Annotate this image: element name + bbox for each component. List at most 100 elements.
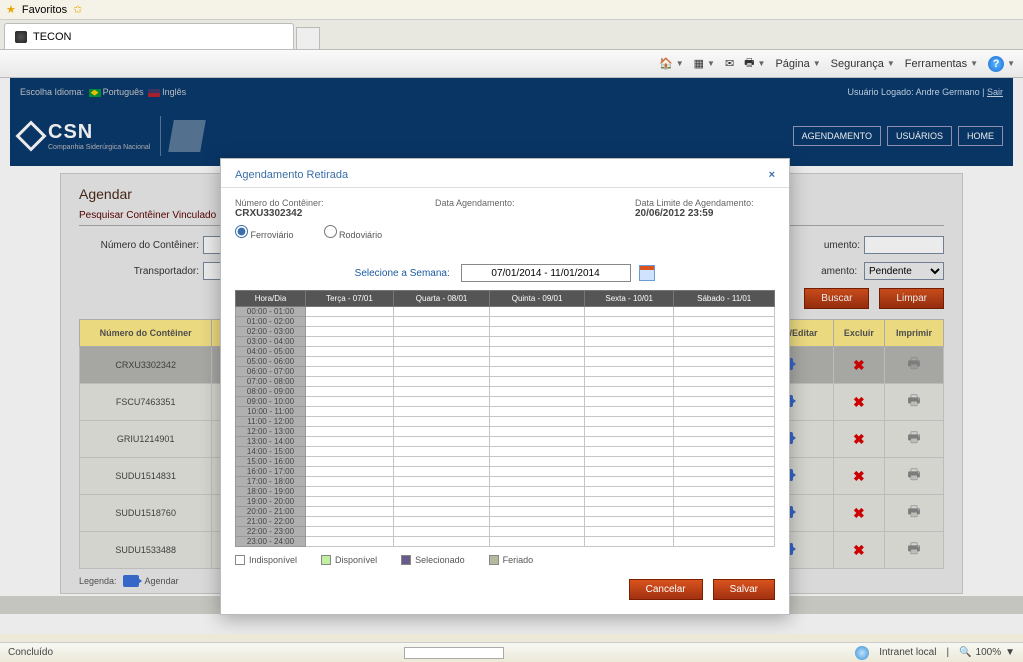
slot-cell[interactable] bbox=[674, 317, 775, 327]
tab-tecon[interactable]: TECON bbox=[4, 23, 294, 49]
slot-cell[interactable] bbox=[490, 387, 585, 397]
slot-cell[interactable] bbox=[306, 437, 394, 447]
slot-cell[interactable] bbox=[490, 477, 585, 487]
slot-cell[interactable] bbox=[306, 487, 394, 497]
slot-cell[interactable] bbox=[490, 397, 585, 407]
slot-cell[interactable] bbox=[393, 307, 489, 317]
slot-cell[interactable] bbox=[674, 527, 775, 537]
radio-ferroviario[interactable]: Ferroviário bbox=[235, 225, 294, 240]
slot-cell[interactable] bbox=[490, 467, 585, 477]
slot-cell[interactable] bbox=[393, 357, 489, 367]
slot-cell[interactable] bbox=[393, 517, 489, 527]
slot-cell[interactable] bbox=[674, 427, 775, 437]
slot-cell[interactable] bbox=[490, 447, 585, 457]
slot-cell[interactable] bbox=[584, 357, 673, 367]
slot-cell[interactable] bbox=[490, 527, 585, 537]
add-fav-icon[interactable]: ✩ bbox=[73, 3, 82, 16]
slot-cell[interactable] bbox=[674, 417, 775, 427]
slot-cell[interactable] bbox=[584, 427, 673, 437]
slot-cell[interactable] bbox=[393, 457, 489, 467]
slot-cell[interactable] bbox=[490, 457, 585, 467]
slot-cell[interactable] bbox=[306, 317, 394, 327]
salvar-button[interactable]: Salvar bbox=[713, 579, 775, 600]
slot-cell[interactable] bbox=[490, 307, 585, 317]
mail-icon[interactable]: ✉ bbox=[725, 57, 734, 70]
slot-cell[interactable] bbox=[393, 477, 489, 487]
slot-cell[interactable] bbox=[393, 487, 489, 497]
slot-cell[interactable] bbox=[393, 367, 489, 377]
slot-cell[interactable] bbox=[393, 427, 489, 437]
slot-cell[interactable] bbox=[490, 347, 585, 357]
week-input[interactable] bbox=[461, 264, 631, 282]
slot-cell[interactable] bbox=[584, 407, 673, 417]
slot-cell[interactable] bbox=[674, 437, 775, 447]
slot-cell[interactable] bbox=[674, 467, 775, 477]
slot-cell[interactable] bbox=[584, 377, 673, 387]
slot-cell[interactable] bbox=[393, 497, 489, 507]
slot-cell[interactable] bbox=[306, 457, 394, 467]
slot-cell[interactable] bbox=[674, 367, 775, 377]
slot-cell[interactable] bbox=[674, 507, 775, 517]
slot-cell[interactable] bbox=[393, 467, 489, 477]
slot-cell[interactable] bbox=[584, 497, 673, 507]
slot-cell[interactable] bbox=[306, 407, 394, 417]
slot-cell[interactable] bbox=[490, 357, 585, 367]
slot-cell[interactable] bbox=[490, 327, 585, 337]
new-tab-button[interactable] bbox=[296, 27, 320, 49]
slot-cell[interactable] bbox=[393, 507, 489, 517]
slot-cell[interactable] bbox=[393, 397, 489, 407]
menu-ferramentas[interactable]: Ferramentas ▼ bbox=[905, 58, 978, 70]
home-icon[interactable]: 🏠 ▼ bbox=[659, 57, 684, 70]
slot-cell[interactable] bbox=[584, 307, 673, 317]
slot-cell[interactable] bbox=[306, 347, 394, 357]
slot-cell[interactable] bbox=[674, 537, 775, 547]
slot-cell[interactable] bbox=[674, 457, 775, 467]
slot-cell[interactable] bbox=[306, 357, 394, 367]
slot-cell[interactable] bbox=[584, 417, 673, 427]
slot-cell[interactable] bbox=[674, 347, 775, 357]
slot-cell[interactable] bbox=[584, 487, 673, 497]
slot-cell[interactable] bbox=[490, 417, 585, 427]
slot-cell[interactable] bbox=[393, 347, 489, 357]
slot-cell[interactable] bbox=[674, 377, 775, 387]
slot-cell[interactable] bbox=[584, 447, 673, 457]
slot-cell[interactable] bbox=[306, 447, 394, 457]
close-icon[interactable]: × bbox=[769, 169, 775, 181]
slot-cell[interactable] bbox=[584, 517, 673, 527]
slot-cell[interactable] bbox=[490, 507, 585, 517]
slot-cell[interactable] bbox=[393, 387, 489, 397]
slot-cell[interactable] bbox=[584, 347, 673, 357]
slot-cell[interactable] bbox=[306, 467, 394, 477]
slot-cell[interactable] bbox=[674, 327, 775, 337]
slot-cell[interactable] bbox=[674, 497, 775, 507]
slot-cell[interactable] bbox=[306, 417, 394, 427]
slot-cell[interactable] bbox=[490, 337, 585, 347]
slot-cell[interactable] bbox=[393, 437, 489, 447]
favorites-label[interactable]: Favoritos bbox=[22, 4, 67, 16]
slot-cell[interactable] bbox=[490, 377, 585, 387]
slot-cell[interactable] bbox=[393, 377, 489, 387]
slot-cell[interactable] bbox=[674, 397, 775, 407]
cancelar-button[interactable]: Cancelar bbox=[629, 579, 703, 600]
slot-cell[interactable] bbox=[674, 447, 775, 457]
slot-cell[interactable] bbox=[306, 387, 394, 397]
slot-cell[interactable] bbox=[393, 527, 489, 537]
feeds-icon[interactable]: ▦ ▼ bbox=[694, 57, 715, 70]
slot-cell[interactable] bbox=[490, 407, 585, 417]
slot-cell[interactable] bbox=[584, 467, 673, 477]
slot-cell[interactable] bbox=[306, 307, 394, 317]
slot-cell[interactable] bbox=[306, 397, 394, 407]
slot-cell[interactable] bbox=[490, 437, 585, 447]
slot-cell[interactable] bbox=[306, 427, 394, 437]
slot-cell[interactable] bbox=[584, 537, 673, 547]
slot-cell[interactable] bbox=[306, 537, 394, 547]
zoom-control[interactable]: 🔍 100% ▼ bbox=[959, 647, 1015, 658]
slot-cell[interactable] bbox=[393, 417, 489, 427]
slot-cell[interactable] bbox=[674, 407, 775, 417]
slot-cell[interactable] bbox=[674, 307, 775, 317]
slot-cell[interactable] bbox=[490, 367, 585, 377]
help-icon[interactable]: ? ▼ bbox=[988, 56, 1015, 72]
slot-cell[interactable] bbox=[306, 497, 394, 507]
slot-cell[interactable] bbox=[306, 377, 394, 387]
menu-pagina[interactable]: Página ▼ bbox=[775, 58, 820, 70]
